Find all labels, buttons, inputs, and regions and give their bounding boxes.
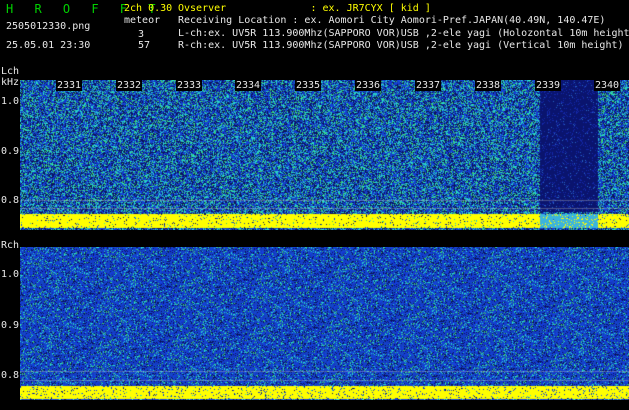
lch-xtick: 2339: [535, 80, 562, 91]
rch-config-line: R-ch:ex. UV5R 113.900Mhz(SAPPORO VOR)USB…: [178, 40, 624, 51]
filename: 2505012330.png: [6, 21, 91, 32]
observer-line: Ovserver : ex. JR7CYX [ kid ]: [178, 3, 431, 14]
lch-spectrogram: [20, 80, 629, 230]
lch-xtick: 2332: [116, 80, 143, 91]
lch-xtick: 2337: [415, 80, 442, 91]
meteor-label: meteor: [124, 15, 161, 26]
lch-unit: kHz: [1, 77, 20, 88]
lch-xtick: 2340: [594, 80, 621, 91]
rch-spectrogram-canvas: [20, 247, 629, 400]
lch-xtick: 2335: [295, 80, 322, 91]
datetime: 25.05.01 23:30: [6, 40, 91, 51]
rch-ytick-0.8: 0.8: [1, 370, 20, 381]
lch-spectrogram-canvas: [20, 80, 629, 230]
rch-label: Rch: [1, 240, 20, 251]
lch-ytick-0.8: 0.8: [1, 195, 20, 206]
location-line: Receiving Location : ex. Aomori City Aom…: [178, 15, 606, 26]
lch-xtick: 2333: [176, 80, 203, 91]
rch-ytick-0.9: 0.9: [1, 320, 20, 331]
lch-xtick: 2336: [355, 80, 382, 91]
meteor-count-l: 3: [138, 29, 145, 40]
lch-config-line: L-ch:ex. UV5R 113.900Mhz(SAPPORO VOR)USB…: [178, 28, 629, 39]
rch-ytick-1.0: 1.0: [1, 269, 20, 280]
meteor-count-r: 57: [138, 40, 151, 51]
lch-xtick: 2338: [475, 80, 502, 91]
lch-xtick: 2331: [56, 80, 83, 91]
mode-label: 2ch 0.30: [124, 3, 173, 14]
lch-ytick-0.9: 0.9: [1, 146, 20, 157]
lch-xtick: 2334: [235, 80, 262, 91]
lch-ytick-1.0: 1.0: [1, 96, 20, 107]
lch-label: Lch: [1, 66, 20, 77]
rch-spectrogram: [20, 247, 629, 400]
